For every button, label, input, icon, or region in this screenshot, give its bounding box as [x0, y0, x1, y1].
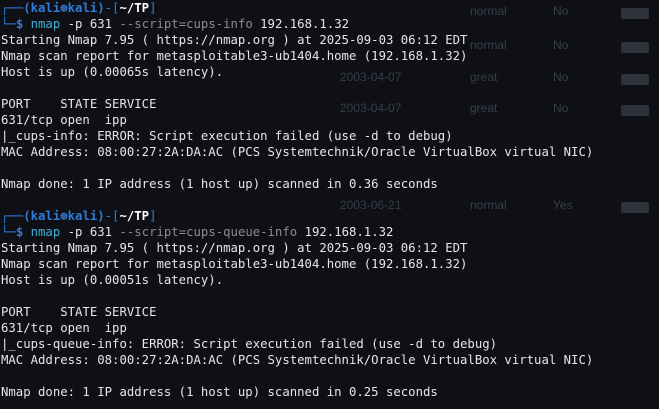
- output-line: MAC Address: 08:00:27:2A:DA:AC (PCS Syst…: [1, 353, 594, 367]
- output-line: Nmap done: 1 IP address (1 host up) scan…: [1, 177, 438, 191]
- command-name: nmap: [30, 17, 61, 31]
- command-arg-script: --script=cups-queue-info: [119, 225, 298, 239]
- prompt-path: ~/TP: [119, 209, 150, 223]
- output-line: |_cups-info: ERROR: Script execution fai…: [1, 129, 453, 143]
- output-line: Nmap done: 1 IP address (1 host up) scan…: [1, 385, 438, 399]
- output-line: MAC Address: 08:00:27:2A:DA:AC (PCS Syst…: [1, 145, 594, 159]
- command-arg-target: 192.168.1.32: [304, 225, 394, 239]
- command-name: nmap: [30, 225, 61, 239]
- command-line[interactable]: └─$ nmap -p 631 --script=cups-info 192.1…: [1, 16, 349, 32]
- terminal-window[interactable]: ┌──(kali⊛kali)-[~/TP] └─$ nmap -p 631 --…: [0, 0, 659, 409]
- output-line: Host is up (0.00065s latency).: [1, 65, 224, 79]
- output-line: 631/tcp open ipp: [1, 321, 127, 335]
- prompt-line: ┌──(kali⊛kali)-[~/TP]: [1, 209, 157, 223]
- output-line: Starting Nmap 7.95 ( https://nmap.org ) …: [1, 241, 468, 255]
- output-line: Nmap scan report for metasploitable3-ub1…: [1, 49, 468, 63]
- command-line[interactable]: └─$ nmap -p 631 --script=cups-queue-info…: [1, 224, 393, 240]
- output-line: PORT STATE SERVICE: [1, 305, 157, 319]
- prompt-path: ~/TP: [119, 1, 150, 15]
- output-line: PORT STATE SERVICE: [1, 97, 157, 111]
- prompt-user: (kali⊛kali): [23, 1, 105, 15]
- output-line: Starting Nmap 7.95 ( https://nmap.org ) …: [1, 33, 468, 47]
- command-arg-script: --script=cups-info: [119, 17, 253, 31]
- output-line: Host is up (0.00051s latency).: [1, 273, 224, 287]
- prompt-user: (kali⊛kali): [23, 209, 105, 223]
- output-line: 631/tcp open ipp: [1, 113, 127, 127]
- command-arg-target: 192.168.1.32: [260, 17, 349, 31]
- output-line: |_cups-queue-info: ERROR: Script executi…: [1, 337, 498, 351]
- command-arg-port: -p 631: [67, 17, 113, 31]
- output-line: Nmap scan report for metasploitable3-ub1…: [1, 257, 468, 271]
- command-arg-port: -p 631: [67, 225, 113, 239]
- prompt-line: ┌──(kali⊛kali)-[~/TP]: [1, 1, 157, 15]
